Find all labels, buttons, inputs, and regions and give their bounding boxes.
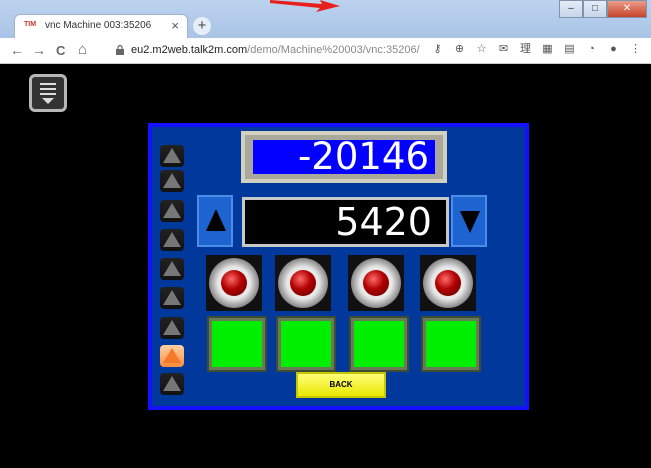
puzzle-icon[interactable]: ▤ — [562, 42, 577, 57]
up-arrow-icon — [163, 290, 181, 305]
decrement-button[interactable] — [451, 195, 487, 247]
url-host: eu2.m2web.talk2m.com — [131, 44, 248, 56]
image-icon[interactable]: ▦ — [540, 42, 555, 57]
status-button-1[interactable] — [207, 316, 267, 372]
indicator-lamp-3 — [348, 255, 404, 311]
side-button-3[interactable] — [160, 200, 184, 222]
menu-line-icon — [40, 83, 56, 85]
up-arrow-icon — [163, 232, 181, 247]
reload-icon[interactable]: C — [56, 43, 65, 58]
setpoint-display[interactable]: 5420 — [242, 197, 449, 247]
red-lamp-icon — [221, 270, 247, 296]
status-button-3[interactable] — [349, 316, 409, 372]
minimize-button[interactable]: – — [559, 0, 583, 18]
tab-strip: TIM vnc Machine 003:35206 × + – □ ✕ — [0, 0, 651, 38]
tab-title: vnc Machine 003:35206 — [45, 20, 152, 31]
browser-toolbar: ← → C ⌂ eu2.m2web.talk2m.com/demo/Machin… — [0, 38, 651, 64]
up-arrow-icon — [163, 148, 181, 163]
zoom-icon[interactable]: ⊕ — [452, 42, 467, 57]
indicator-lamp-4 — [420, 255, 476, 311]
red-arrow-icon — [270, 0, 340, 12]
increment-button[interactable] — [197, 195, 233, 247]
side-button-2[interactable] — [160, 170, 184, 192]
home-icon[interactable]: ⌂ — [78, 41, 87, 58]
side-button-8[interactable] — [160, 345, 184, 367]
tab-favicon-icon: TIM — [24, 21, 37, 28]
star-icon[interactable]: ☆ — [474, 42, 489, 57]
browser-window: TIM vnc Machine 003:35206 × + – □ ✕ ← → … — [0, 0, 651, 468]
side-button-6[interactable] — [160, 287, 184, 309]
account-icon[interactable]: ● — [606, 42, 621, 57]
side-button-4[interactable] — [160, 229, 184, 251]
up-arrow-icon — [163, 261, 181, 276]
window-controls: – □ ✕ — [559, 0, 647, 20]
side-button-5[interactable] — [160, 258, 184, 280]
new-tab-button[interactable]: + — [193, 17, 211, 35]
status-button-2[interactable] — [276, 316, 336, 372]
back-icon[interactable]: ← — [10, 42, 24, 58]
browser-tab[interactable]: TIM vnc Machine 003:35206 × — [14, 14, 188, 38]
up-arrow-icon — [206, 209, 226, 231]
up-arrow-icon — [163, 173, 181, 188]
forward-icon[interactable]: → — [32, 42, 46, 58]
counter-value: -20146 — [253, 138, 435, 175]
up-arrow-icon — [163, 320, 181, 335]
more-icon[interactable]: ⋮ — [628, 42, 643, 57]
red-lamp-icon — [435, 270, 461, 296]
menu-arrow-icon — [42, 98, 54, 104]
back-button[interactable]: BACK — [296, 372, 386, 398]
down-arrow-icon — [460, 211, 480, 233]
circle-icon[interactable]: ◔ — [584, 42, 599, 57]
menu-line-icon — [40, 93, 56, 95]
up-arrow-icon — [163, 376, 181, 391]
counter-display: -20146 — [241, 131, 447, 183]
red-lamp-icon — [363, 270, 389, 296]
up-arrow-icon — [163, 348, 181, 363]
side-button-7[interactable] — [160, 317, 184, 339]
tab-close-icon[interactable]: × — [171, 18, 179, 33]
menu-line-icon — [40, 88, 56, 90]
close-window-button[interactable]: ✕ — [607, 0, 647, 18]
indicator-lamp-2 — [275, 255, 331, 311]
toolbar-icons: ⚷ ⊕ ☆ ✉ 理 ▦ ▤ ◔ ● ⋮ — [430, 42, 643, 57]
up-arrow-icon — [163, 203, 181, 218]
side-button-1[interactable] — [160, 145, 184, 167]
lock-icon — [116, 45, 124, 55]
extension-icon[interactable]: ✉ — [496, 42, 511, 57]
translate-icon[interactable]: 理 — [518, 42, 533, 57]
maximize-button[interactable]: □ — [583, 0, 607, 18]
indicator-lamp-1 — [206, 255, 262, 311]
status-button-4[interactable] — [421, 316, 481, 372]
address-bar[interactable]: eu2.m2web.talk2m.com/demo/Machine%20003/… — [131, 44, 420, 56]
hmi-panel: -20146 5420 BACK — [148, 123, 529, 410]
key-icon[interactable]: ⚷ — [430, 42, 445, 57]
url-path: /demo/Machine%20003/vnc:35206/ — [247, 44, 420, 56]
red-lamp-icon — [290, 270, 316, 296]
side-button-9[interactable] — [160, 373, 184, 395]
menu-button[interactable] — [29, 74, 67, 112]
